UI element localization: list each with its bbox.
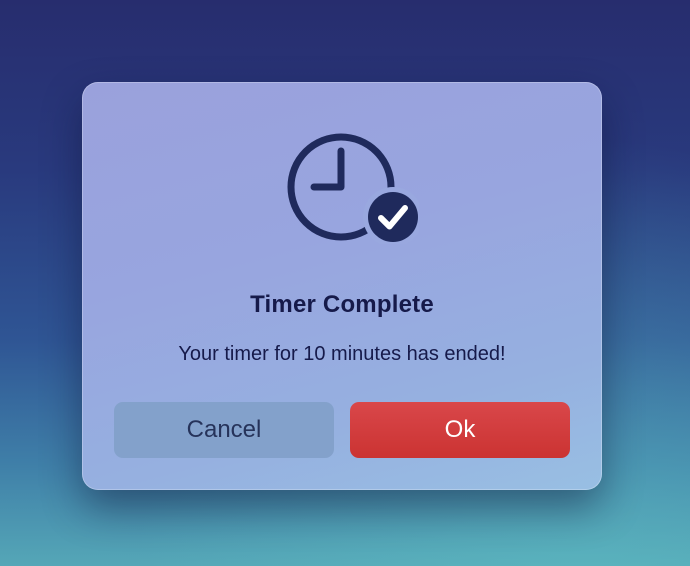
- timer-complete-dialog: Timer Complete Your timer for 10 minutes…: [82, 82, 602, 490]
- clock-check-icon: [285, 132, 419, 244]
- dialog-title: Timer Complete: [250, 291, 434, 318]
- dialog-message: Your timer for 10 minutes has ended!: [178, 343, 506, 365]
- cancel-button[interactable]: Cancel: [114, 402, 334, 458]
- ok-button[interactable]: Ok: [350, 402, 570, 458]
